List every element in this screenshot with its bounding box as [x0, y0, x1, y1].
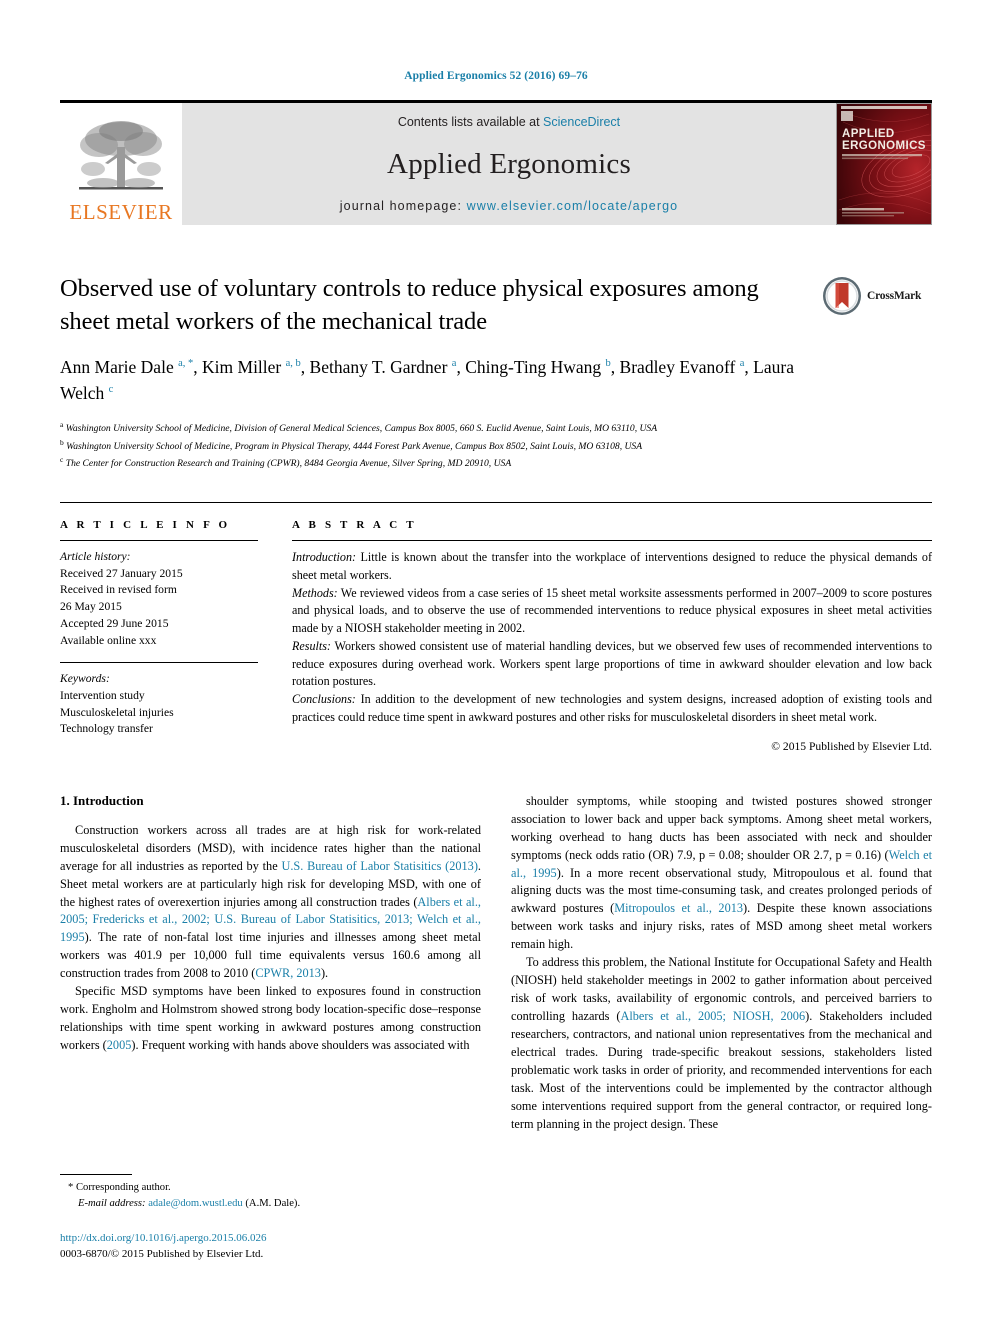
abstract-section: Conclusions: In addition to the developm… — [292, 692, 932, 724]
crossmark-icon — [823, 277, 861, 315]
doi-link[interactable]: http://dx.doi.org/10.1016/j.apergo.2015.… — [60, 1231, 490, 1247]
contents-prefix: Contents lists available at — [397, 115, 544, 129]
journal-masthead: ELSEVIER Contents lists available at Sci… — [60, 100, 932, 225]
keywords-block: Keywords: Intervention study Musculoskele… — [60, 671, 258, 738]
journal-cover-thumbnail: APPLIED ERGONOMICS — [836, 103, 932, 225]
abstract-rule — [292, 540, 932, 542]
running-head: Applied Ergonomics 52 (2016) 69–76 — [404, 70, 588, 82]
abstract-section: Results: Workers showed consistent use o… — [292, 638, 932, 689]
svg-text:ERGONOMICS: ERGONOMICS — [842, 140, 926, 152]
article-history-block: Article history: Received 27 January 201… — [60, 549, 258, 649]
body-column-right: shoulder symptoms, while stooping and tw… — [511, 793, 932, 1134]
contents-line: Contents lists available at ScienceDirec… — [398, 115, 620, 129]
elsevier-tree-icon — [79, 121, 163, 190]
footnote-rule — [60, 1174, 132, 1176]
abstract-section: Introduction: Little is known about the … — [292, 550, 932, 582]
keyword-item: Musculoskeletal injuries — [60, 705, 174, 719]
history-line: Available online xxx — [60, 633, 157, 647]
left-paragraphs: Construction workers across all trades a… — [60, 822, 481, 1055]
issn-copyright-line: 0003-6870/© 2015 Published by Elsevier L… — [60, 1248, 264, 1261]
abstract-copyright: © 2015 Published by Elsevier Ltd. — [771, 739, 932, 753]
keywords-label: Keywords: — [60, 672, 110, 686]
corresponding-marker: * — [68, 1182, 74, 1194]
body-paragraph: shoulder symptoms, while stooping and tw… — [511, 793, 932, 952]
corresponding-label: Corresponding author. — [75, 1182, 171, 1194]
history-line: Received in revised form — [60, 583, 177, 597]
page-title: Observed use of voluntary controls to re… — [60, 275, 759, 335]
page-footer: * Corresponding author. E-mail address: … — [60, 1174, 490, 1263]
journal-cover-art: APPLIED ERGONOMICS — [837, 104, 931, 224]
body-column-left: 1. Introduction Construction workers acr… — [60, 793, 481, 1134]
sciencedirect-link[interactable]: ScienceDirect — [543, 115, 620, 129]
article-history-label: Article history: — [60, 550, 131, 564]
email-line: E-mail address: adale@dom.wustl.edu (A.M… — [68, 1196, 490, 1212]
affiliation-c: c The Center for Construction Research a… — [60, 455, 512, 470]
body-paragraph: To address this problem, the National In… — [511, 955, 932, 1131]
homepage-line: journal homepage: www.elsevier.com/locat… — [340, 199, 678, 213]
abstract-column: A B S T R A C T Introduction: Little is … — [292, 519, 932, 753]
abstract-heading: A B S T R A C T — [292, 519, 417, 532]
email-attribution: (A.M. Dale). — [245, 1198, 301, 1210]
masthead-center: Contents lists available at ScienceDirec… — [182, 103, 836, 225]
abstract-section: Methods: We reviewed videos from a case … — [292, 585, 932, 636]
email-label: E-mail address: — [78, 1198, 146, 1210]
body-columns: 1. Introduction Construction workers acr… — [60, 793, 932, 1134]
section-heading-introduction: 1. Introduction — [60, 792, 144, 808]
email-link[interactable]: adale@dom.wustl.edu — [148, 1198, 243, 1209]
crossmark-label: CrossMark — [867, 290, 922, 302]
paper-page: Applied Ergonomics 52 (2016) 69–76 ELSEV… — [0, 0, 992, 1323]
elsevier-wordmark: ELSEVIER — [69, 200, 173, 224]
history-line: Accepted 29 June 2015 — [60, 616, 169, 630]
journal-title: Applied Ergonomics — [387, 147, 631, 180]
right-paragraphs: shoulder symptoms, while stooping and tw… — [511, 793, 932, 1134]
svg-text:APPLIED: APPLIED — [842, 128, 895, 140]
article-info-heading: A R T I C L E I N F O — [60, 519, 231, 532]
keywords-rule — [60, 662, 258, 664]
article-history-lines: Received 27 January 2015 Received in revi… — [60, 566, 258, 649]
keyword-lines: Intervention study Musculoskeletal injuri… — [60, 688, 258, 738]
author-list: Ann Marie Dale a, *, Kim Miller a, b, Be… — [60, 357, 794, 403]
info-abstract-band: A R T I C L E I N F O Article history: R… — [60, 502, 932, 753]
corresponding-author-note: * Corresponding author. E-mail address: … — [60, 1180, 490, 1212]
homepage-link[interactable]: www.elsevier.com/locate/apergo — [467, 199, 679, 213]
keyword-item: Technology transfer — [60, 722, 153, 736]
crossmark-badge[interactable]: CrossMark — [822, 273, 932, 319]
body-paragraph: Specific MSD symptoms have been linked t… — [60, 984, 481, 1053]
body-paragraph: Construction workers across all trades a… — [60, 822, 481, 981]
article-info-column: A R T I C L E I N F O Article history: R… — [60, 519, 258, 753]
keyword-item: Intervention study — [60, 688, 145, 702]
history-line: 26 May 2015 — [60, 600, 122, 614]
abstract-body: Introduction: Little is known about the … — [292, 549, 932, 727]
title-block: Observed use of voluntary controls to re… — [60, 273, 932, 472]
homepage-prefix: journal homepage: — [339, 199, 467, 213]
elsevier-logo: ELSEVIER — [60, 103, 182, 225]
affiliation-b: b Washington University School of Medici… — [60, 437, 643, 452]
doi-block: http://dx.doi.org/10.1016/j.apergo.2015.… — [60, 1231, 490, 1263]
article-info-rule-top — [60, 540, 258, 542]
affiliation-a: a Washington University School of Medici… — [60, 419, 658, 435]
affiliation-list: a Washington University School of Medici… — [60, 419, 932, 472]
history-line: Received 27 January 2015 — [60, 566, 183, 580]
